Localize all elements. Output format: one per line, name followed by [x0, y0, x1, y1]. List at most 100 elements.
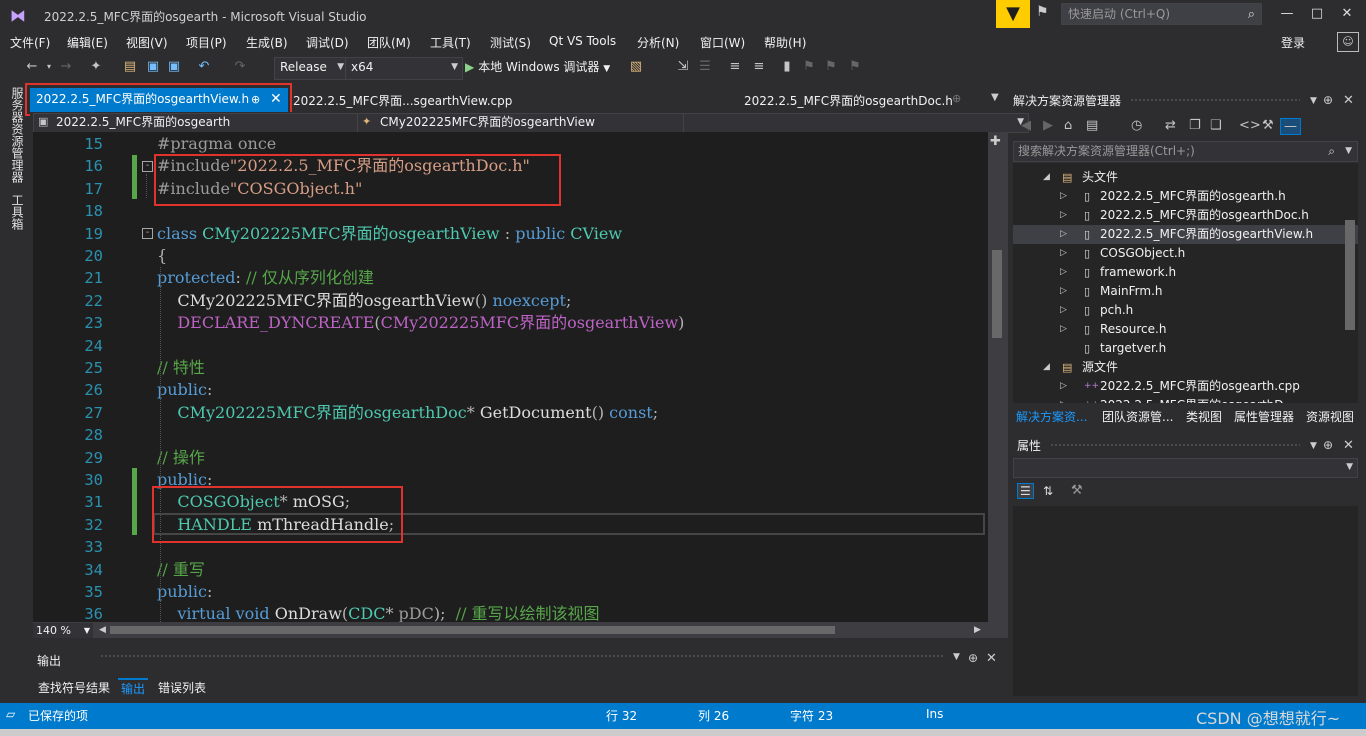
auto-hide-pin-icon[interactable]: ⊕ — [1323, 438, 1333, 452]
undo-icon[interactable]: ↶ — [196, 58, 212, 76]
forward-icon[interactable]: ▶ — [1043, 118, 1053, 133]
auto-hide-pin-icon[interactable]: ⊕ — [968, 651, 978, 665]
toolbox-tab[interactable]: 工具箱 — [9, 194, 26, 230]
tree-folder[interactable]: ◢ ▤ 头文件 — [1013, 168, 1358, 187]
redo-icon[interactable]: ↷ — [232, 58, 248, 76]
quick-launch-input[interactable]: 快速启动 (Ctrl+Q) ⌕ — [1061, 3, 1262, 25]
save-icon[interactable]: ▣ — [145, 58, 161, 76]
tab-osgearthdoc-h[interactable]: 2022.2.5_MFC界面的osgearthDoc.h — [744, 92, 953, 109]
platform-select[interactable]: x64 ▼ — [345, 57, 463, 80]
alphabetical-icon[interactable]: ⇅ — [1043, 484, 1053, 498]
back-dropdown-icon[interactable]: ▾ — [44, 58, 54, 76]
tab-property-manager[interactable]: 属性管理器 — [1234, 408, 1294, 425]
login-link[interactable]: 登录 — [1281, 34, 1305, 51]
close-window-button[interactable]: ✕ — [1332, 4, 1362, 24]
tree-file[interactable]: ▷ ++2022.2.5_MFC界面的osgearthD... — [1013, 396, 1358, 403]
split-editor-icon[interactable]: ✚ — [990, 134, 1001, 149]
panel-grip[interactable] — [1050, 443, 1300, 447]
tree-file[interactable]: ▷ ▯ 2022.2.5_MFC界面的osgearthView.h — [1013, 225, 1358, 244]
sync-icon[interactable]: ⇄ — [1165, 118, 1176, 133]
expand-arrow-icon[interactable]: ▷ — [1060, 301, 1067, 320]
tab-list-dropdown-icon[interactable]: ▼ — [991, 92, 999, 103]
switch-views-icon[interactable]: ▤ — [1086, 118, 1098, 133]
close-icon[interactable]: ✕ — [1343, 93, 1354, 108]
categorized-icon[interactable]: ☰ — [1017, 483, 1034, 499]
tree-file[interactable]: ▷ ▯ MainFrm.h — [1013, 282, 1358, 301]
tab-solution-explorer[interactable]: 解决方案资... — [1016, 408, 1087, 425]
menu-tools[interactable]: 工具(T) — [430, 34, 471, 51]
tab-class-view[interactable]: 类视图 — [1186, 408, 1222, 425]
collapse-icon[interactable]: - — [142, 161, 153, 172]
show-all-files-icon[interactable]: ❑ — [1210, 118, 1222, 133]
menu-qt-vs-tools[interactable]: Qt VS Tools — [549, 34, 616, 48]
collapse-all-icon[interactable]: ❐ — [1189, 118, 1201, 133]
minimize-button[interactable]: — — [1272, 4, 1302, 24]
solution-tree-scroll-thumb[interactable] — [1345, 220, 1355, 330]
expanded-arrow-icon[interactable]: ◢ — [1043, 358, 1050, 377]
properties-wrench-icon[interactable]: ⚒ — [1262, 118, 1274, 133]
window-position-dropdown-icon[interactable]: ▼ — [1310, 96, 1317, 106]
tab-error-list[interactable]: 错误列表 — [158, 679, 206, 696]
expand-arrow-icon[interactable]: ▷ — [1060, 396, 1067, 403]
menu-test[interactable]: 测试(S) — [490, 34, 531, 51]
expand-arrow-icon[interactable]: ▷ — [1060, 263, 1067, 282]
expand-arrow-icon[interactable]: ▷ — [1060, 282, 1067, 301]
account-icon[interactable]: ☺ — [1337, 32, 1359, 52]
close-icon[interactable]: ✕ — [986, 651, 997, 666]
expanded-arrow-icon[interactable]: ◢ — [1043, 168, 1050, 187]
tab-output[interactable]: 输出 — [118, 678, 149, 697]
editor-horizontal-scroll-thumb[interactable] — [110, 626, 835, 634]
solution-config-select[interactable]: Release ▼ — [274, 57, 349, 80]
feedback-icon[interactable]: ⚑ — [1036, 4, 1056, 24]
scroll-right-icon[interactable]: ▶ — [974, 625, 981, 635]
notification-filter-icon[interactable]: ▼ — [996, 0, 1030, 28]
start-debugging-button[interactable]: ▶ 本地 Windows 调试器 ▼ — [465, 58, 610, 75]
comment-icon[interactable]: ≡ — [727, 58, 743, 76]
class-nav-select[interactable]: ✦ CMy202225MFC界面的osgearthView ▼ — [357, 113, 705, 133]
code-editor[interactable]: 15 #pragma once 16 #include"2022.2.5_MFC界面的… — [33, 132, 988, 622]
tab-find-symbol-results[interactable]: 查找符号结果 — [38, 679, 110, 696]
find-in-files-icon[interactable]: ▧ — [628, 58, 644, 76]
expand-arrow-icon[interactable]: ▷ — [1060, 206, 1067, 225]
menu-view[interactable]: 视图(V) — [126, 34, 168, 51]
tree-file[interactable]: ▷ ▯ 2022.2.5_MFC界面的osgearth.h — [1013, 187, 1358, 206]
panel-grip[interactable] — [100, 654, 945, 658]
solution-search-input[interactable]: 搜索解决方案资源管理器(Ctrl+;) ⌕ ▼ — [1013, 141, 1358, 162]
open-folder-icon[interactable]: ▤ — [122, 58, 138, 76]
expand-arrow-icon[interactable]: ▷ — [1060, 377, 1067, 396]
new-project-icon[interactable]: ✦ — [88, 58, 104, 76]
tree-file[interactable]: ▷ ++ 2022.2.5_MFC界面的osgearth.cpp — [1013, 377, 1358, 396]
prev-bookmark-icon[interactable]: ⚑ — [801, 58, 817, 76]
menu-build[interactable]: 生成(B) — [246, 34, 288, 51]
menu-analyze[interactable]: 分析(N) — [637, 34, 679, 51]
clear-bookmarks-icon[interactable]: ⚑ — [847, 58, 863, 76]
window-position-dropdown-icon[interactable]: ▼ — [953, 652, 960, 662]
pending-changes-icon[interactable]: ◷ — [1131, 118, 1142, 133]
preview-selected-icon[interactable]: — — [1280, 118, 1301, 135]
property-pages-icon[interactable]: ⚒ — [1071, 483, 1083, 498]
member-nav-select[interactable]: ▼ — [683, 113, 1029, 133]
project-nav-select[interactable]: ▣ 2022.2.5_MFC界面的osgearth ▼ — [33, 113, 379, 133]
breakpoint-icon[interactable]: ☰ — [697, 58, 713, 76]
collapse-icon[interactable]: - — [142, 228, 153, 239]
pin-icon[interactable]: ⊕ — [952, 92, 961, 105]
server-explorer-tab[interactable]: 服务器资源管理器 — [9, 87, 26, 183]
expand-arrow-icon[interactable]: ▷ — [1060, 225, 1067, 244]
window-position-dropdown-icon[interactable]: ▼ — [1310, 441, 1317, 451]
menu-help[interactable]: 帮助(H) — [764, 34, 806, 51]
expand-arrow-icon[interactable]: ▷ — [1060, 244, 1067, 263]
tree-file[interactable]: ▷ ▯ pch.h — [1013, 301, 1358, 320]
scroll-left-icon[interactable]: ◀ — [99, 625, 106, 635]
tree-folder[interactable]: ◢ ▤ 源文件 — [1013, 358, 1358, 377]
step-icon[interactable]: ⇲ — [675, 58, 691, 76]
back-icon[interactable]: ← — [24, 58, 40, 76]
menu-edit[interactable]: 编辑(E) — [67, 34, 108, 51]
tab-osgearthview-cpp[interactable]: 2022.2.5_MFC界面...sgearthView.cpp — [293, 92, 512, 109]
tree-file[interactable]: ▷ ▯ 2022.2.5_MFC界面的osgearthDoc.h — [1013, 206, 1358, 225]
uncomment-icon[interactable]: ≡ — [751, 58, 767, 76]
back-icon[interactable]: ◀ — [1021, 118, 1031, 133]
view-code-icon[interactable]: <> — [1239, 118, 1261, 133]
tree-file[interactable]: ▯ targetver.h — [1013, 339, 1358, 358]
tab-team-explorer[interactable]: 团队资源管... — [1102, 408, 1173, 425]
editor-vertical-scrollbar[interactable] — [988, 132, 1008, 622]
